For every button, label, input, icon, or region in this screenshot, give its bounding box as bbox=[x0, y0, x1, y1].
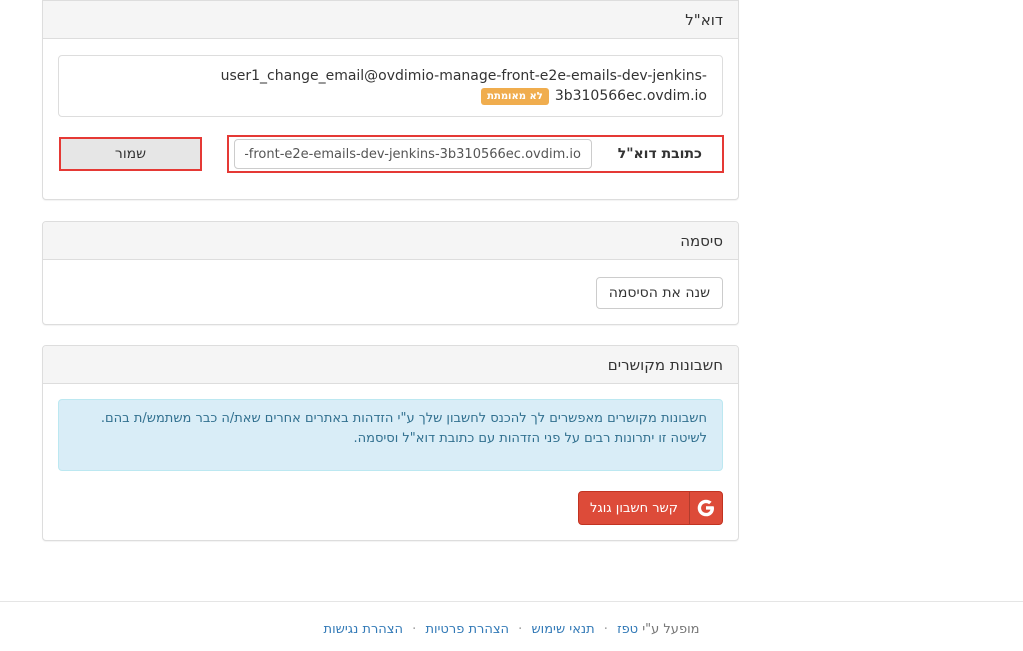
save-button[interactable]: שמור bbox=[59, 137, 202, 171]
unverified-badge: לא מאומתת bbox=[481, 87, 549, 105]
linked-accounts-panel-title: חשבונות מקושרים bbox=[43, 346, 738, 384]
link-google-label: קשר חשבון גוגל bbox=[590, 500, 678, 516]
footer-links: מופעל ע"י טפז · תנאי שימוש · הצהרת פרטיו… bbox=[0, 622, 1023, 637]
terms-link[interactable]: תנאי שימוש bbox=[531, 622, 594, 637]
footer: מופעל ע"י טפז · תנאי שימוש · הצהרת פרטיו… bbox=[0, 601, 1023, 651]
separator: · bbox=[412, 622, 417, 637]
email-field[interactable] bbox=[234, 139, 592, 169]
email-panel: דוא"ל user1_change_email@ovdimio-manage-… bbox=[42, 0, 739, 200]
info-line-2: לשיטה זו יתרונות רבים על פני הזדהות עם כ… bbox=[353, 431, 708, 446]
link-google-button[interactable]: קשר חשבון גוגל bbox=[578, 491, 723, 525]
password-panel-title: סיסמה bbox=[43, 222, 738, 260]
current-email-line2-row: לא מאומתת 3b310566ec.ovdim.io bbox=[74, 86, 707, 106]
info-line-1: חשבונות מקושרים מאפשרים לך להכנס לחשבון … bbox=[100, 411, 707, 426]
email-form-group: כתובת דוא"ל bbox=[227, 135, 724, 173]
separator: · bbox=[518, 622, 523, 637]
current-email-line1: user1_change_email@ovdimio-manage-front-… bbox=[220, 68, 707, 84]
linked-accounts-info: חשבונות מקושרים מאפשרים לך להכנס לחשבון … bbox=[58, 399, 723, 471]
accessibility-link[interactable]: הצהרת נגישות bbox=[324, 622, 403, 637]
password-panel: סיסמה שנה את הסיסמה bbox=[42, 221, 739, 325]
email-panel-title: דוא"ל bbox=[43, 1, 738, 39]
separator: · bbox=[603, 622, 608, 637]
linked-accounts-panel: חשבונות מקושרים חשבונות מקושרים מאפשרים … bbox=[42, 345, 739, 541]
privacy-link[interactable]: הצהרת פרטיות bbox=[425, 622, 509, 637]
powered-by-text: מופעל ע"י bbox=[642, 622, 700, 637]
google-icon bbox=[689, 492, 722, 524]
current-email-box: user1_change_email@ovdimio-manage-front-… bbox=[58, 55, 723, 117]
email-field-label: כתובת דוא"ל bbox=[617, 146, 702, 162]
current-email-line2: 3b310566ec.ovdim.io bbox=[554, 88, 707, 104]
brand-link[interactable]: טפז bbox=[617, 622, 638, 637]
change-password-button[interactable]: שנה את הסיסמה bbox=[595, 277, 723, 309]
